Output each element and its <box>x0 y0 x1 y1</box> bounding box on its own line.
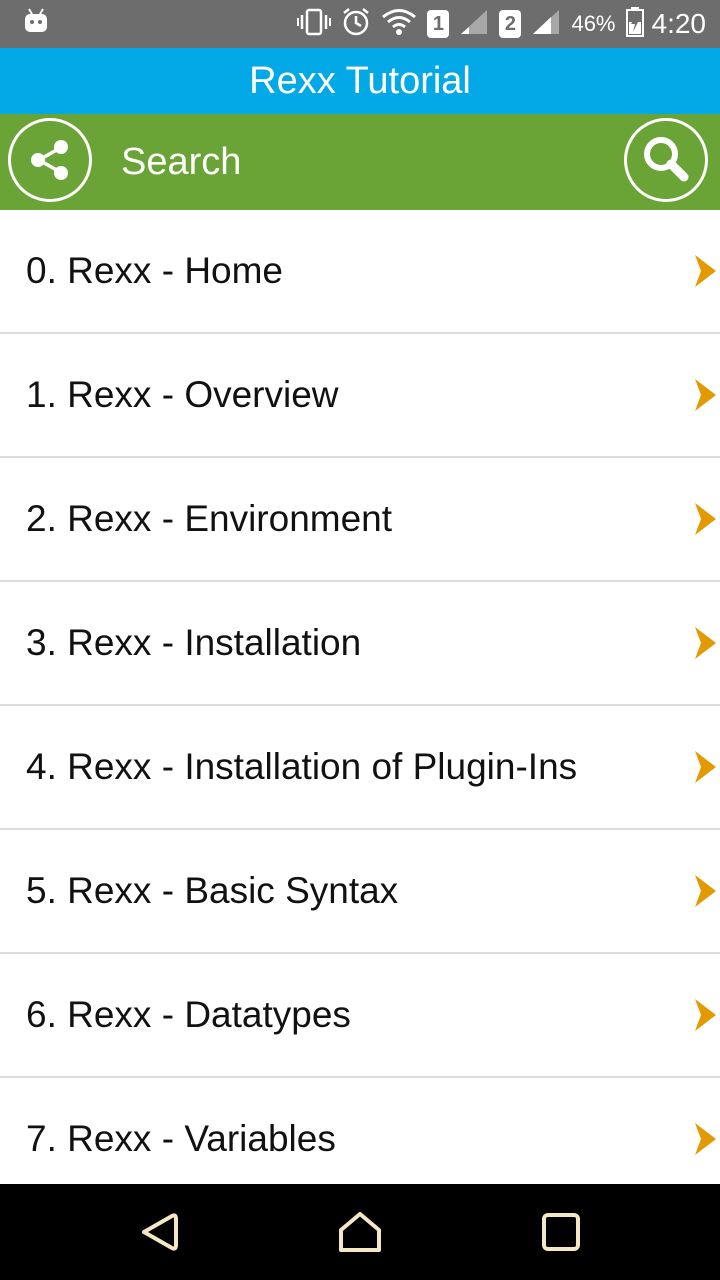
list-item-label: 4. Rexx - Installation of Plugin-Ins <box>26 746 578 787</box>
chevron-right-icon <box>695 751 716 783</box>
chevron-right-icon <box>695 875 716 907</box>
list-item-label: 1. Rexx - Overview <box>26 374 339 415</box>
vibrate-icon <box>297 8 332 41</box>
search-button[interactable] <box>624 118 708 202</box>
sim2-badge: 2 <box>499 10 522 38</box>
chevron-right-icon <box>695 379 716 411</box>
battery-icon <box>625 6 644 42</box>
share-button[interactable] <box>8 118 92 202</box>
list-item[interactable]: 7. Rexx - Variables <box>0 1078 720 1184</box>
recent-apps-button[interactable] <box>537 1208 585 1256</box>
search-icon <box>644 137 689 182</box>
wifi-icon <box>381 8 417 41</box>
back-icon <box>142 1213 178 1251</box>
list-item[interactable]: 5. Rexx - Basic Syntax <box>0 830 720 954</box>
list-item-label: 0. Rexx - Home <box>26 250 284 291</box>
list-item-label: 7. Rexx - Variables <box>26 1118 336 1159</box>
list-item[interactable]: 0. Rexx - Home <box>0 210 720 334</box>
signal-icon <box>531 8 561 41</box>
list-item-label: 5. Rexx - Basic Syntax <box>26 870 399 911</box>
signal-icon <box>459 8 489 41</box>
list-item[interactable]: 1. Rexx - Overview <box>0 334 720 458</box>
chevron-right-icon <box>695 503 716 535</box>
android-icon <box>24 8 48 39</box>
list-item-label: 6. Rexx - Datatypes <box>26 994 351 1035</box>
status-bar: 1 2 46% 4:20 <box>0 0 720 48</box>
clock: 4:20 <box>651 8 707 39</box>
home-button[interactable] <box>336 1208 384 1256</box>
app-title: Rexx Tutorial <box>249 59 471 102</box>
back-button[interactable] <box>136 1208 184 1256</box>
app-title-bar: Rexx Tutorial <box>0 48 720 114</box>
list-item[interactable]: 3. Rexx - Installation <box>0 582 720 706</box>
battery-percent: 46% <box>571 11 616 36</box>
search-label: Search <box>121 140 242 183</box>
recent-apps-icon <box>542 1213 580 1251</box>
chevron-right-icon <box>695 255 716 287</box>
system-nav-bar <box>0 1184 720 1280</box>
search-field[interactable]: Search <box>121 114 241 210</box>
search-bar: Search <box>0 114 720 210</box>
chevron-right-icon <box>695 627 716 659</box>
list-item[interactable]: 4. Rexx - Installation of Plugin-Ins <box>0 706 720 830</box>
list-item[interactable]: 2. Rexx - Environment <box>0 458 720 582</box>
alarm-icon <box>341 7 371 42</box>
home-icon <box>339 1212 381 1252</box>
list-item-label: 2. Rexx - Environment <box>26 498 393 539</box>
status-icons: 1 2 46% 4:20 <box>287 0 706 48</box>
sim1-badge: 1 <box>427 10 450 38</box>
chevron-right-icon <box>695 999 716 1031</box>
chevron-right-icon <box>695 1123 716 1155</box>
share-icon <box>31 140 68 180</box>
list-item[interactable]: 6. Rexx - Datatypes <box>0 954 720 1078</box>
list-item-label: 3. Rexx - Installation <box>26 622 362 663</box>
topic-list: 0. Rexx - Home 1. Rexx - Overview 2. Rex… <box>0 210 720 1184</box>
screen: 1 2 46% 4:20 Rexx Tutorial Search 0. Rex… <box>0 0 720 1280</box>
